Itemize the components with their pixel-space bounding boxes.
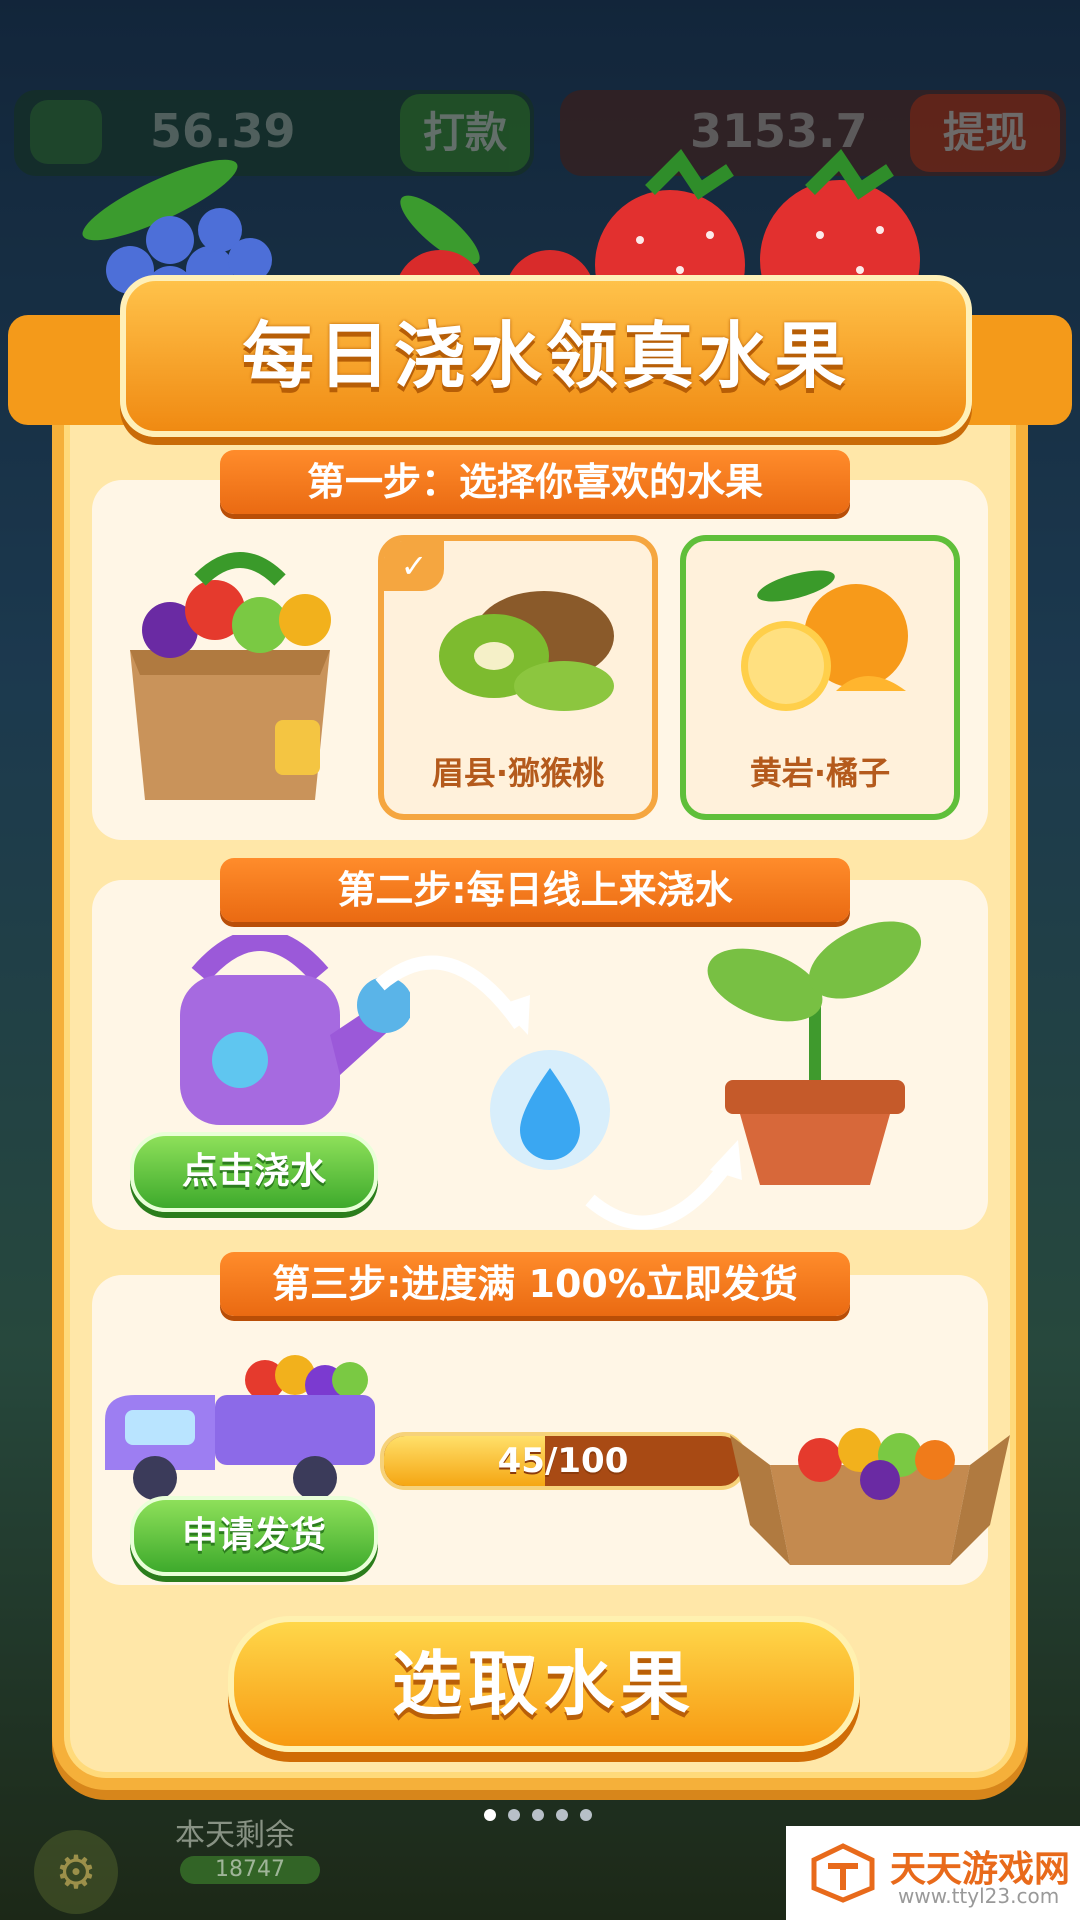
remaining-label: 本天剩余 [175, 1818, 295, 1853]
pager-dot[interactable] [508, 1809, 520, 1821]
step1-label: 第一步：选择你喜欢的水果 [220, 450, 850, 514]
select-fruit-button[interactable]: 选取水果 [228, 1616, 860, 1752]
orange-icon [741, 570, 908, 711]
grocery-bag-icon [130, 552, 331, 800]
remaining-value: 18747 [180, 1856, 320, 1884]
arrow-icon [375, 955, 530, 1035]
kiwi-icon [439, 591, 614, 711]
orange-label: 黄岩·橘子 [749, 754, 891, 792]
watermark-url: www.ttyl23.com [898, 1884, 1060, 1908]
plant-pot-icon [707, 921, 922, 1185]
pager-dot[interactable] [556, 1809, 568, 1821]
modal-title: 每日浇水领真水果 [120, 275, 972, 437]
request-shipment-button[interactable]: 申请发货 [130, 1496, 378, 1576]
kiwi-label: 眉县·猕猴桃 [431, 754, 605, 792]
step3-label: 第三步:进度满 100%立即发货 [220, 1252, 850, 1316]
pager-dot[interactable] [532, 1809, 544, 1821]
title-ribbon: 每日浇水领真水果 [0, 255, 1080, 455]
delivery-truck-icon [105, 1355, 375, 1500]
watermark-logo-icon [811, 1843, 875, 1903]
fruit-box-icon [730, 1428, 1010, 1565]
progress-text: 45/100 [497, 1441, 629, 1481]
pager-dot[interactable] [580, 1809, 592, 1821]
fruit-option-orange[interactable]: 黄岩·橘子 [680, 535, 960, 820]
watermark: 天天游戏网 www.ttyl23.com [786, 1826, 1080, 1920]
delivery-progress-bar: 45/100 [380, 1432, 746, 1490]
pager-dot[interactable] [484, 1809, 496, 1821]
water-button[interactable]: 点击浇水 [130, 1132, 378, 1212]
step2-label: 第二步:每日线上来浇水 [220, 858, 850, 922]
fruit-option-kiwi[interactable]: ✓ 眉县·猕猴桃 [378, 535, 658, 820]
pager-dots [484, 1806, 604, 1825]
settings-icon[interactable]: ⚙ [34, 1830, 118, 1914]
